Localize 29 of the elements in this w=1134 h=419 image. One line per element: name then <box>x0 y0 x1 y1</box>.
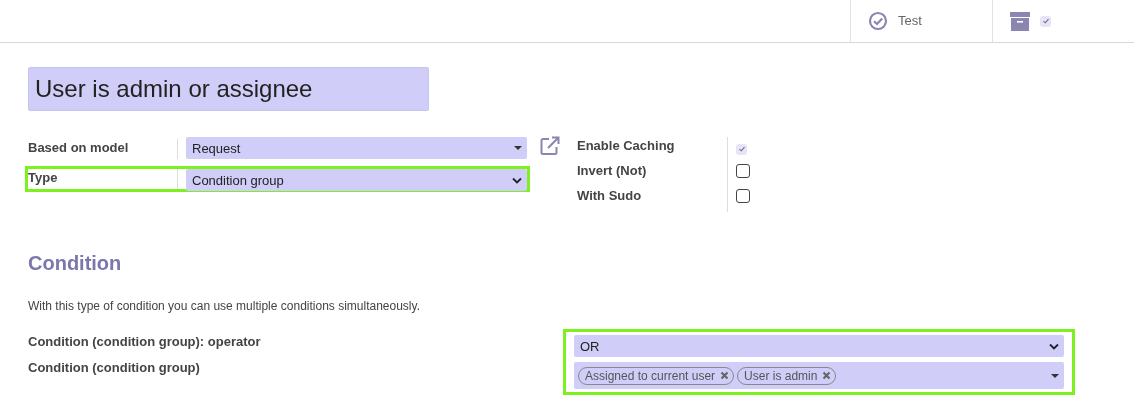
checkbox[interactable] <box>736 189 750 203</box>
external-link-icon <box>540 136 560 156</box>
checkbox-label: Enable Caching <box>577 137 728 162</box>
select-field[interactable]: OR <box>574 335 1064 357</box>
tag[interactable]: Assigned to current user <box>578 366 735 385</box>
chevron-down-icon <box>512 176 522 184</box>
archive-icon <box>1010 11 1030 31</box>
checkbox[interactable] <box>736 164 750 178</box>
tag-label: Assigned to current user <box>585 368 716 383</box>
name-field[interactable]: User is admin or assignee <box>28 67 429 111</box>
remove-icon <box>720 371 730 380</box>
dropdown-field[interactable]: Request <box>186 137 527 159</box>
tags-field[interactable]: Assigned to current user User is admin <box>574 362 1064 389</box>
check-circle-icon <box>868 10 888 31</box>
select-field[interactable]: Condition group <box>186 169 527 191</box>
remove-icon <box>822 371 832 380</box>
section-title: Condition <box>28 252 123 275</box>
field-label: Condition (condition group): operator <box>28 334 262 351</box>
checkbox-label: With Sudo <box>577 187 728 212</box>
tag-label: User is admin <box>744 368 818 383</box>
field-label: Condition (condition group) <box>28 360 201 377</box>
chevron-down-icon <box>1049 342 1059 350</box>
field-label: Type <box>28 169 178 189</box>
checkbox-label: Invert (Not) <box>577 162 728 187</box>
caret-icon <box>514 146 522 150</box>
caret-icon <box>1051 373 1059 378</box>
tag[interactable]: User is admin <box>737 366 837 385</box>
field-label: Based on model <box>28 139 178 159</box>
section-description: With this type of condition you can use multiple conditions simultaneously. <box>28 299 421 313</box>
